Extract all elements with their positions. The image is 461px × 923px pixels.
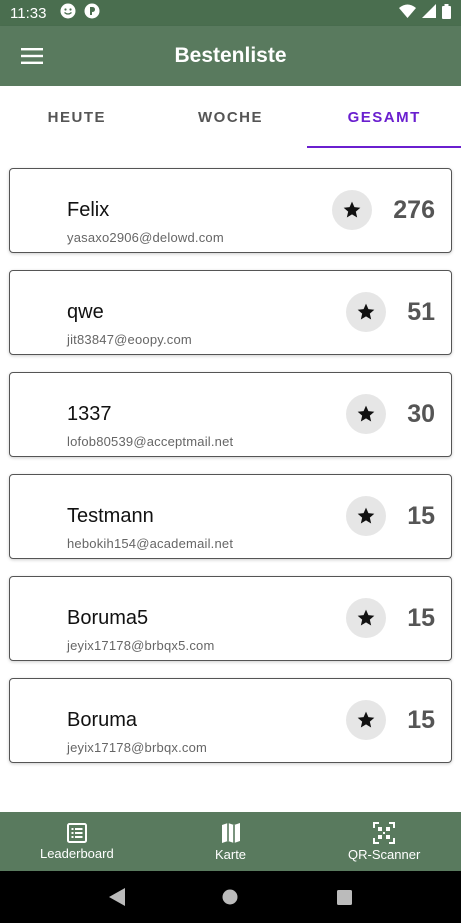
leaderboard-entry[interactable]: 1337 lofob80539@acceptmail.net 30 [9,372,452,457]
player-name: Boruma [67,709,138,731]
player-email: jeyix17178@brbqx.com [67,740,208,755]
system-navigation-bar [0,871,461,923]
leaderboard-entry[interactable]: qwe jit83847@eoopy.com 51 [9,270,452,355]
star-icon [357,405,375,422]
player-email: jeyix17178@brbqx5.com [67,638,215,653]
star-badge [346,394,386,434]
player-name: qwe [67,301,104,323]
map-icon [221,822,240,843]
star-icon [357,507,375,524]
nav-label: Leaderboard [39,845,114,861]
leaderboard-entry[interactable]: Testmann hebokih154@academail.net 15 [9,474,452,559]
qr-icon [373,821,396,844]
star-icon [357,609,375,626]
home-button[interactable] [210,877,250,917]
status-time: 11:33 [10,4,47,22]
player-name: Felix [67,199,110,221]
page-title: Bestenliste [174,44,287,67]
wifi-icon [399,4,416,22]
hamburger-menu-icon [21,48,43,64]
player-score: 51 [407,298,435,326]
tab-bar: HEUTE WOCHE GESAMT [0,86,461,148]
player-email: hebokih154@academail.net [67,536,234,551]
star-icon [343,201,361,218]
recents-button[interactable] [324,877,364,917]
back-triangle-icon [108,888,125,906]
nav-karte[interactable]: Karte [154,812,308,871]
star-badge [346,700,386,740]
player-score: 15 [407,502,435,530]
tab-gesamt[interactable]: GESAMT [307,86,461,148]
tab-heute[interactable]: HEUTE [0,86,154,148]
bottom-navigation: Leaderboard Karte QR-Scanner [0,812,461,871]
app-bar: Bestenliste [0,26,461,86]
list-icon [66,822,87,843]
nav-qr-scanner[interactable]: QR-Scanner [307,812,461,871]
battery-icon [442,3,451,23]
nav-label: Karte [214,846,247,862]
app-notification-icon [84,3,100,23]
player-email: lofob80539@acceptmail.net [67,434,234,449]
status-bar: 11:33 [0,0,461,26]
recents-square-icon [336,889,352,905]
nav-leaderboard[interactable]: Leaderboard [0,812,154,871]
star-badge [346,292,386,332]
star-badge [346,598,386,638]
tab-label: HEUTE [47,108,106,126]
leaderboard-entry[interactable]: Felix yasaxo2906@delowd.com 276 [9,168,452,253]
tab-woche[interactable]: WOCHE [154,86,308,148]
nav-label: QR-Scanner [348,846,421,862]
player-name: Boruma5 [67,607,149,629]
home-circle-icon [222,889,238,905]
player-name: Testmann [67,505,154,527]
player-email: yasaxo2906@delowd.com [67,230,224,245]
player-email: jit83847@eoopy.com [67,332,192,347]
signal-icon [422,4,436,22]
leaderboard-entry[interactable]: Boruma5 jeyix17178@brbqx5.com 15 [9,576,452,661]
player-score: 30 [407,400,435,428]
star-badge [332,190,372,230]
back-button[interactable] [97,877,137,917]
player-score: 276 [393,196,435,224]
star-icon [357,711,375,728]
menu-button[interactable] [12,36,52,76]
player-score: 15 [407,604,435,632]
tab-label: WOCHE [198,108,263,126]
star-icon [357,303,375,320]
player-name: 1337 [67,403,112,425]
star-badge [346,496,386,536]
player-score: 15 [407,706,435,734]
smiley-notification-icon [60,3,76,23]
leaderboard-entry[interactable]: Boruma jeyix17178@brbqx.com 15 [9,678,452,763]
tab-label: GESAMT [347,108,421,126]
